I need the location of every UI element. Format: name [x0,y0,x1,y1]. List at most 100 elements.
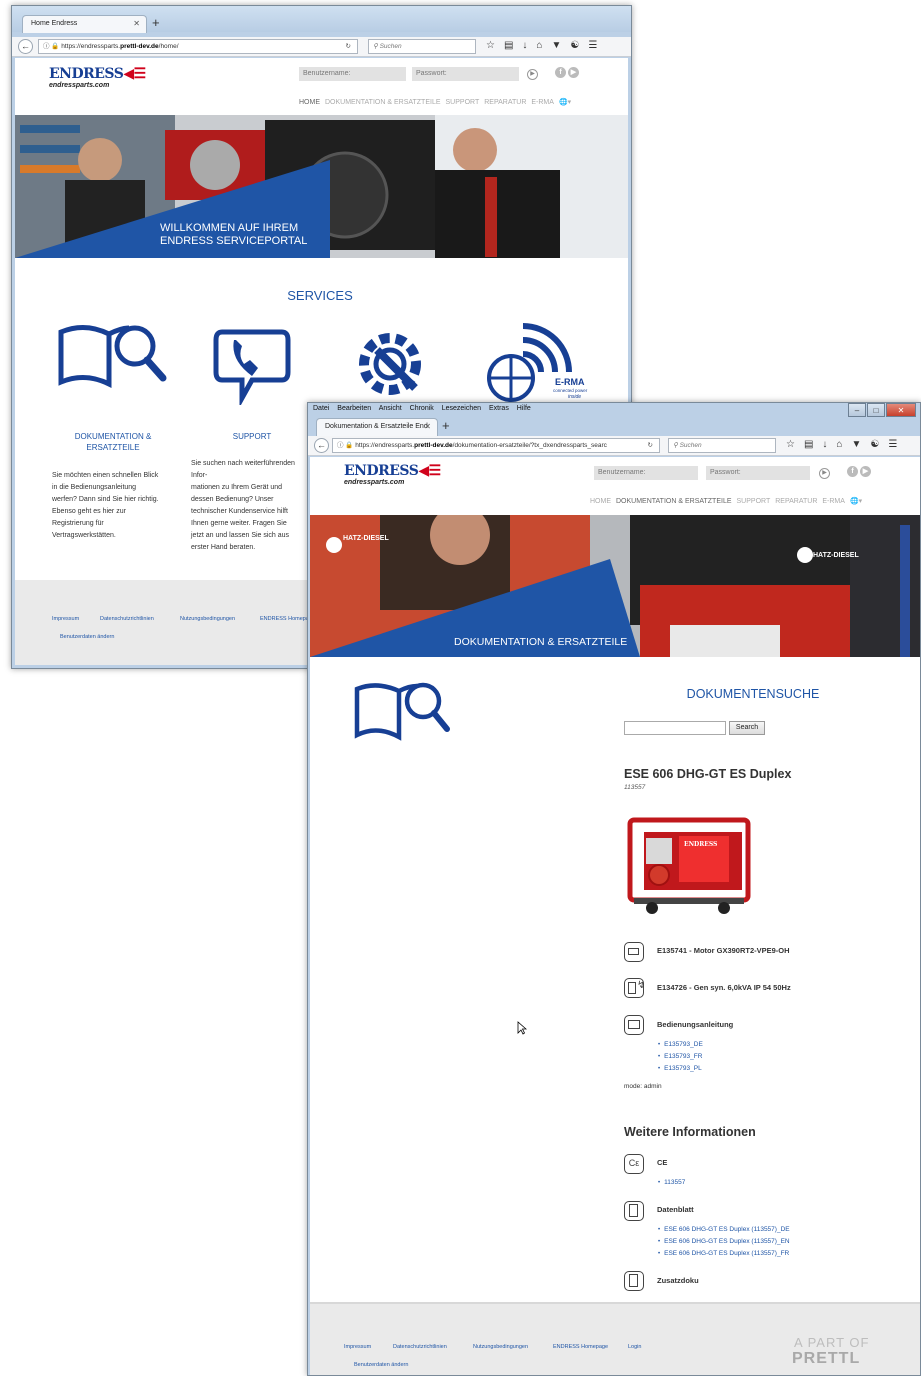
url-bar[interactable]: ⓘ 🔒 https://endressparts.prettl-dev.de/h… [38,39,358,54]
password-field[interactable]: Passwort: [706,466,810,480]
hero-banner: WILLKOMMEN AUF IHREM ENDRESS SERVICEPORT… [15,115,628,258]
language-globe-icon[interactable]: 🌐▾ [559,99,571,106]
menu-icon[interactable]: ☰ [888,439,897,450]
service-heading-support[interactable]: SUPPORT [210,431,294,442]
nav-dokumentation[interactable]: DOKUMENTATION & ERSATZTEILE [616,498,732,505]
footer-link-impressum[interactable]: Impressum [52,616,79,622]
text-line: Sie suchen nach weiterführenden [191,460,295,467]
download-icon[interactable]: ↓ [522,40,527,51]
product-title: ESE 606 DHG-GT ES Duplex [624,767,792,781]
support-phone-icon[interactable] [212,320,292,405]
tab-home[interactable]: Home Endress ✕ [22,15,147,33]
youtube-icon[interactable]: ▶ [860,466,871,477]
reload-icon[interactable]: ↻ [346,40,351,53]
lock-icon: 🔒 [51,43,60,50]
download-icon[interactable]: ↓ [822,439,827,450]
footer-link-benutzerdaten[interactable]: Benutzerdaten ändern [354,1362,408,1368]
nav-home[interactable]: HOME [590,498,611,505]
footer-link-datenschutz[interactable]: Datenschutzrichtlinien [393,1344,447,1350]
manual-link-fr[interactable]: E135793_FR [658,1053,702,1060]
part-generator[interactable]: E134726 - Gen syn. 6,0kVA IP 54 50Hz [657,983,791,992]
footer-link-nutzung[interactable]: Nutzungsbedingungen [473,1344,528,1350]
username-field[interactable]: Benutzername: [299,67,406,81]
nav-home[interactable]: HOME [299,99,320,106]
manual-link-pl[interactable]: E135793_PL [658,1065,702,1072]
tab-bar: Dokumentation & Ersatzteile End ✕ + [308,409,920,436]
generator-product-image[interactable] [624,810,754,916]
library-icon[interactable]: ▤ [804,439,813,450]
nav-dokumentation[interactable]: DOKUMENTATION & ERSATZTEILE [325,99,441,106]
text-line: Ihnen gerne weiter. Fragen Sie [191,520,287,527]
extension-icon[interactable]: ☯ [870,439,879,450]
nav-reparatur[interactable]: REPARATUR [484,99,526,106]
nav-support[interactable]: SUPPORT [737,498,771,505]
datenblatt-link-de[interactable]: ESE 606 DHG-GT ES Duplex (113557)_DE [658,1226,789,1233]
youtube-icon[interactable]: ▶ [568,67,579,78]
new-tab-button[interactable]: + [442,418,450,433]
close-tab-icon[interactable]: ✕ [424,422,431,431]
pocket-icon[interactable]: ▼ [851,439,861,450]
toolbar-icons: ☆ ▤ ↓ ⌂ ▼ ☯ ☰ [786,439,897,450]
bookmark-star-icon[interactable]: ☆ [786,439,795,450]
extension-icon[interactable]: ☯ [570,40,579,51]
back-button[interactable]: ← [314,438,329,453]
home-icon[interactable]: ⌂ [536,40,542,51]
reload-icon[interactable]: ↻ [645,439,653,452]
facebook-icon[interactable]: f [555,67,566,78]
url-prefix: https://endressparts. [355,442,415,449]
search-button[interactable]: Search [729,721,765,735]
footer-link-nutzung[interactable]: Nutzungsbedingungen [180,616,235,622]
username-field[interactable]: Benutzername: [594,466,698,480]
password-field[interactable]: Passwort: [412,67,519,81]
logo-subtitle: endressparts.com [49,82,110,89]
url-path: /dokumentation-ersatzteile/?tx_dxendress… [452,442,607,449]
endress-logo[interactable]: ENDRESS◀☰ endressparts.com [49,66,146,89]
ce-link[interactable]: 113557 [658,1179,685,1186]
text-line: dessen Bedienung? Unser [191,496,274,503]
search-bar[interactable]: ⚲ Suchen [668,438,776,453]
endress-logo[interactable]: ENDRESS◀☰ endressparts.com [344,463,441,486]
logo-arrow-icon: ◀☰ [418,463,441,479]
hatz-label-right: HATZ-DIESEL [813,552,859,559]
datenblatt-link-en[interactable]: ESE 606 DHG-GT ES Duplex (113557)_EN [658,1238,789,1245]
datenblatt-link-fr[interactable]: ESE 606 DHG-GT ES Duplex (113557)_FR [658,1250,789,1257]
pocket-icon[interactable]: ▼ [551,40,561,51]
nav-erma[interactable]: E-RMA [822,498,845,505]
menu-icon[interactable]: ☰ [588,40,597,51]
login-arrow-icon[interactable]: ▶ [819,468,830,479]
language-globe-icon[interactable]: 🌐▾ [850,498,862,505]
library-icon[interactable]: ▤ [504,40,513,51]
footer-link-datenschutz[interactable]: Datenschutzrichtlinien [100,616,154,622]
footer-link-benutzerdaten[interactable]: Benutzerdaten ändern [60,634,114,640]
book-search-icon [354,682,450,741]
text-line: Ebenso geht es hier zur [52,508,126,515]
prettl-logo[interactable]: PRETTL [792,1350,860,1368]
service-heading-dokumentation[interactable]: DOKUMENTATION & ERSATZTEILE [55,431,171,453]
search-icon: ⚲ [673,442,678,449]
new-tab-button[interactable]: + [152,15,160,30]
home-icon[interactable]: ⌂ [836,439,842,450]
part-motor[interactable]: E135741 - Motor GX390RT2-VPE9-OH [657,946,790,955]
back-button[interactable]: ← [18,39,33,54]
tab-dokumentation[interactable]: Dokumentation & Ersatzteile End ✕ [316,418,438,436]
facebook-icon[interactable]: f [847,466,858,477]
doc-search-input[interactable] [624,721,726,735]
bookmark-star-icon[interactable]: ☆ [486,40,495,51]
footer-link-homepage[interactable]: ENDRESS Homepage [553,1344,608,1350]
footer-link-login[interactable]: Login [628,1344,641,1350]
nav-reparatur[interactable]: REPARATUR [775,498,817,505]
url-bar[interactable]: ⓘ 🔒 https://endressparts.prettl-dev.de/d… [332,438,660,453]
search-icon: ⚲ [373,43,378,50]
nav-support[interactable]: SUPPORT [446,99,480,106]
book-search-icon[interactable] [57,320,169,390]
close-tab-icon[interactable]: ✕ [133,19,140,28]
repair-gear-icon[interactable] [345,322,435,402]
manual-link-de[interactable]: E135793_DE [658,1041,703,1048]
weitere-informationen-heading: Weitere Informationen [624,1125,756,1139]
search-bar[interactable]: ⚲ Suchen [368,39,476,54]
nav-erma[interactable]: E-RMA [531,99,554,106]
service-heading-line1: DOKUMENTATION & [74,432,152,441]
footer-link-impressum[interactable]: Impressum [344,1344,371,1350]
hero-caption-line2: ENDRESS SERVICEPORTAL [160,235,308,247]
login-arrow-icon[interactable]: ▶ [527,69,538,80]
